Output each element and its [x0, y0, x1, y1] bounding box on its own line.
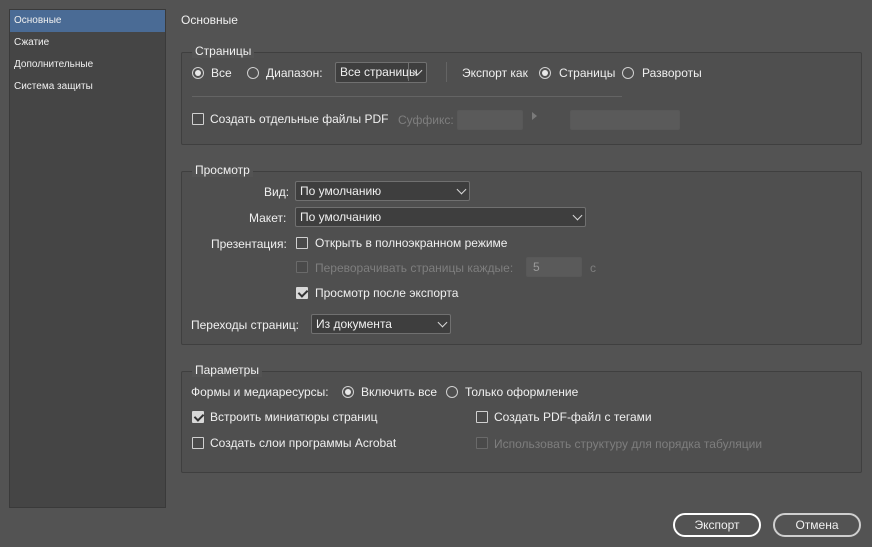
appearance-only-radio[interactable]: [446, 386, 458, 398]
flip-pages-label: Переворачивать страницы каждые:: [315, 261, 514, 275]
chevron-down-icon: [437, 317, 448, 328]
separate-pdf-label: Создать отдельные файлы PDF: [210, 112, 389, 126]
forms-label: Формы и медиаресурсы:: [191, 385, 329, 399]
cancel-button[interactable]: Отмена: [773, 513, 861, 537]
include-all-label: Включить все: [361, 385, 438, 399]
pages-section-title: Страницы: [192, 44, 255, 58]
export-button[interactable]: Экспорт: [673, 513, 761, 537]
thumbnails-checkbox[interactable]: [192, 411, 204, 423]
structure-tab-label: Использовать структуру для порядка табул…: [494, 437, 763, 451]
pages-range-label: Диапазон:: [266, 66, 323, 80]
acrobat-layers-label: Создать слои программы Acrobat: [210, 436, 397, 450]
suffix-input[interactable]: [457, 110, 523, 130]
flip-seconds-value: 5: [533, 260, 540, 274]
chevron-down-icon: [408, 63, 426, 81]
export-spreads-label: Развороты: [642, 66, 702, 80]
flip-pages-checkbox[interactable]: [296, 261, 308, 273]
export-spreads-radio[interactable]: [622, 67, 634, 79]
transitions-value: Из документа: [316, 317, 392, 331]
sidebar-item-advanced[interactable]: Дополнительные: [10, 54, 165, 76]
flip-seconds-input[interactable]: 5: [526, 257, 582, 277]
include-all-radio[interactable]: [342, 386, 354, 398]
sidebar-item-general[interactable]: Основные: [10, 10, 165, 32]
export-as-label: Экспорт как: [462, 66, 528, 80]
flip-unit-label: с: [590, 261, 596, 275]
transitions-select[interactable]: Из документа: [311, 314, 451, 334]
pages-range-radio[interactable]: [247, 67, 259, 79]
view-section-title: Просмотр: [192, 163, 253, 177]
tagged-pdf-checkbox[interactable]: [476, 411, 488, 423]
preview-after-export-checkbox[interactable]: [296, 287, 308, 299]
export-pages-label: Страницы: [559, 66, 616, 80]
structure-tab-checkbox[interactable]: [476, 437, 488, 449]
layout-value: По умолчанию: [300, 210, 382, 224]
sidebar-item-compression[interactable]: Сжатие: [10, 32, 165, 54]
view-label: Вид:: [264, 185, 290, 199]
appearance-only-label: Только оформление: [465, 385, 579, 399]
play-icon: [532, 112, 537, 120]
page-title: Основные: [181, 13, 238, 27]
suffix-label: Суффикс:: [398, 113, 454, 127]
pages-all-label: Все: [211, 66, 232, 80]
sidebar-item-security[interactable]: Система защиты: [10, 76, 165, 98]
fullscreen-label: Открыть в полноэкранном режиме: [315, 236, 508, 250]
export-pages-radio[interactable]: [539, 67, 551, 79]
divider: [446, 62, 447, 82]
preview-after-export-label: Просмотр после экспорта: [315, 286, 459, 300]
divider: [192, 96, 622, 97]
thumbnails-label: Встроить миниатюры страниц: [210, 410, 378, 424]
pages-range-value: Все страницы: [340, 65, 418, 79]
separate-pdf-checkbox[interactable]: [192, 113, 204, 125]
layout-select[interactable]: По умолчанию: [295, 207, 586, 227]
view-select[interactable]: По умолчанию: [295, 181, 470, 201]
presentation-label: Презентация:: [211, 237, 287, 251]
fullscreen-checkbox[interactable]: [296, 237, 308, 249]
acrobat-layers-checkbox[interactable]: [192, 437, 204, 449]
tagged-pdf-label: Создать PDF-файл с тегами: [494, 410, 652, 424]
transitions-label: Переходы страниц:: [191, 318, 299, 332]
pages-range-select[interactable]: Все страницы: [335, 62, 427, 83]
suffix-preview-field: [570, 110, 680, 130]
chevron-down-icon: [572, 210, 583, 221]
view-value: По умолчанию: [300, 184, 382, 198]
pages-all-radio[interactable]: [192, 67, 204, 79]
sidebar: Основные Сжатие Дополнительные Система з…: [9, 9, 166, 508]
options-section-title: Параметры: [192, 363, 262, 377]
layout-label: Макет:: [249, 211, 287, 225]
chevron-down-icon: [456, 184, 467, 195]
